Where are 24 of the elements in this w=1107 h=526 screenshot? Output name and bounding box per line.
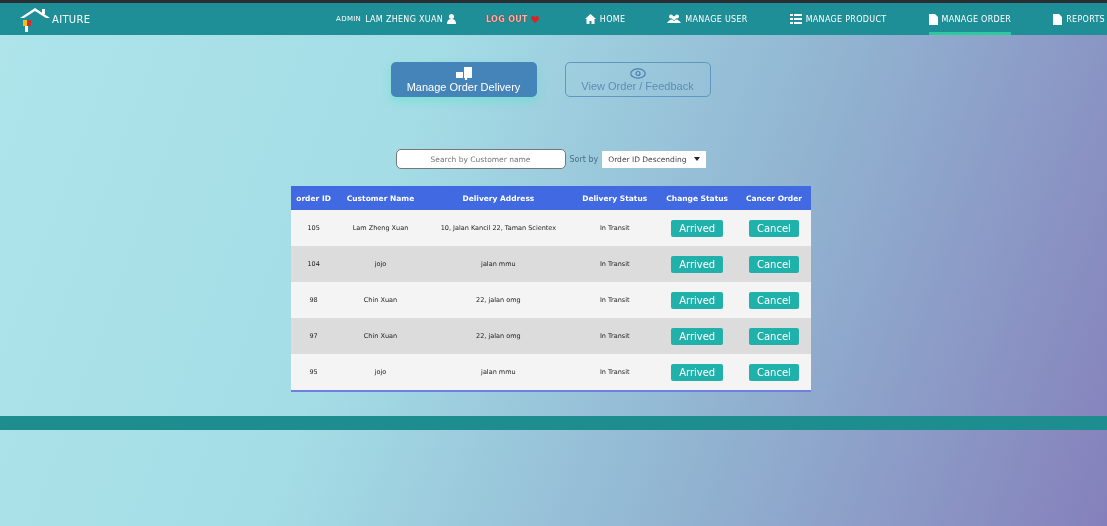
user-name: LAM ZHENG XUAN [365,14,443,24]
arrived-button[interactable]: Arrived [671,363,724,381]
view-tab[interactable]: View Order / Feedback [564,62,711,97]
sort-label: Sort by [569,154,599,164]
arrived-button[interactable]: Arrived [671,291,724,309]
nav-link[interactable]: REPORTS [1053,3,1105,35]
house-logo-icon [18,6,52,32]
cancel-button[interactable]: Cancel [749,363,799,381]
arrived-button[interactable]: Arrived [671,327,724,345]
arrived-button[interactable]: Arrived [671,219,724,237]
cancel-button[interactable]: Cancel [749,219,799,237]
nav-link[interactable]: HOME [584,3,626,35]
view-tab[interactable]: Manage Order Delivery [390,62,537,97]
chevron-down-icon [694,157,701,161]
arrived-button[interactable]: Arrived [671,255,724,273]
cancel-button[interactable]: Cancel [749,255,799,273]
eye-icon [629,67,646,79]
cancel-button[interactable]: Cancel [749,327,799,345]
logout-link[interactable]: LOG OUT [486,14,539,24]
nav-link[interactable]: MANAGE PRODUCT [789,3,887,35]
nav-link[interactable]: MANAGE USER [667,3,748,35]
nav-link[interactable]: MANAGE ORDER [928,3,1012,35]
brand-name: AITURE [52,13,91,25]
cancel-button[interactable]: Cancel [749,291,799,309]
